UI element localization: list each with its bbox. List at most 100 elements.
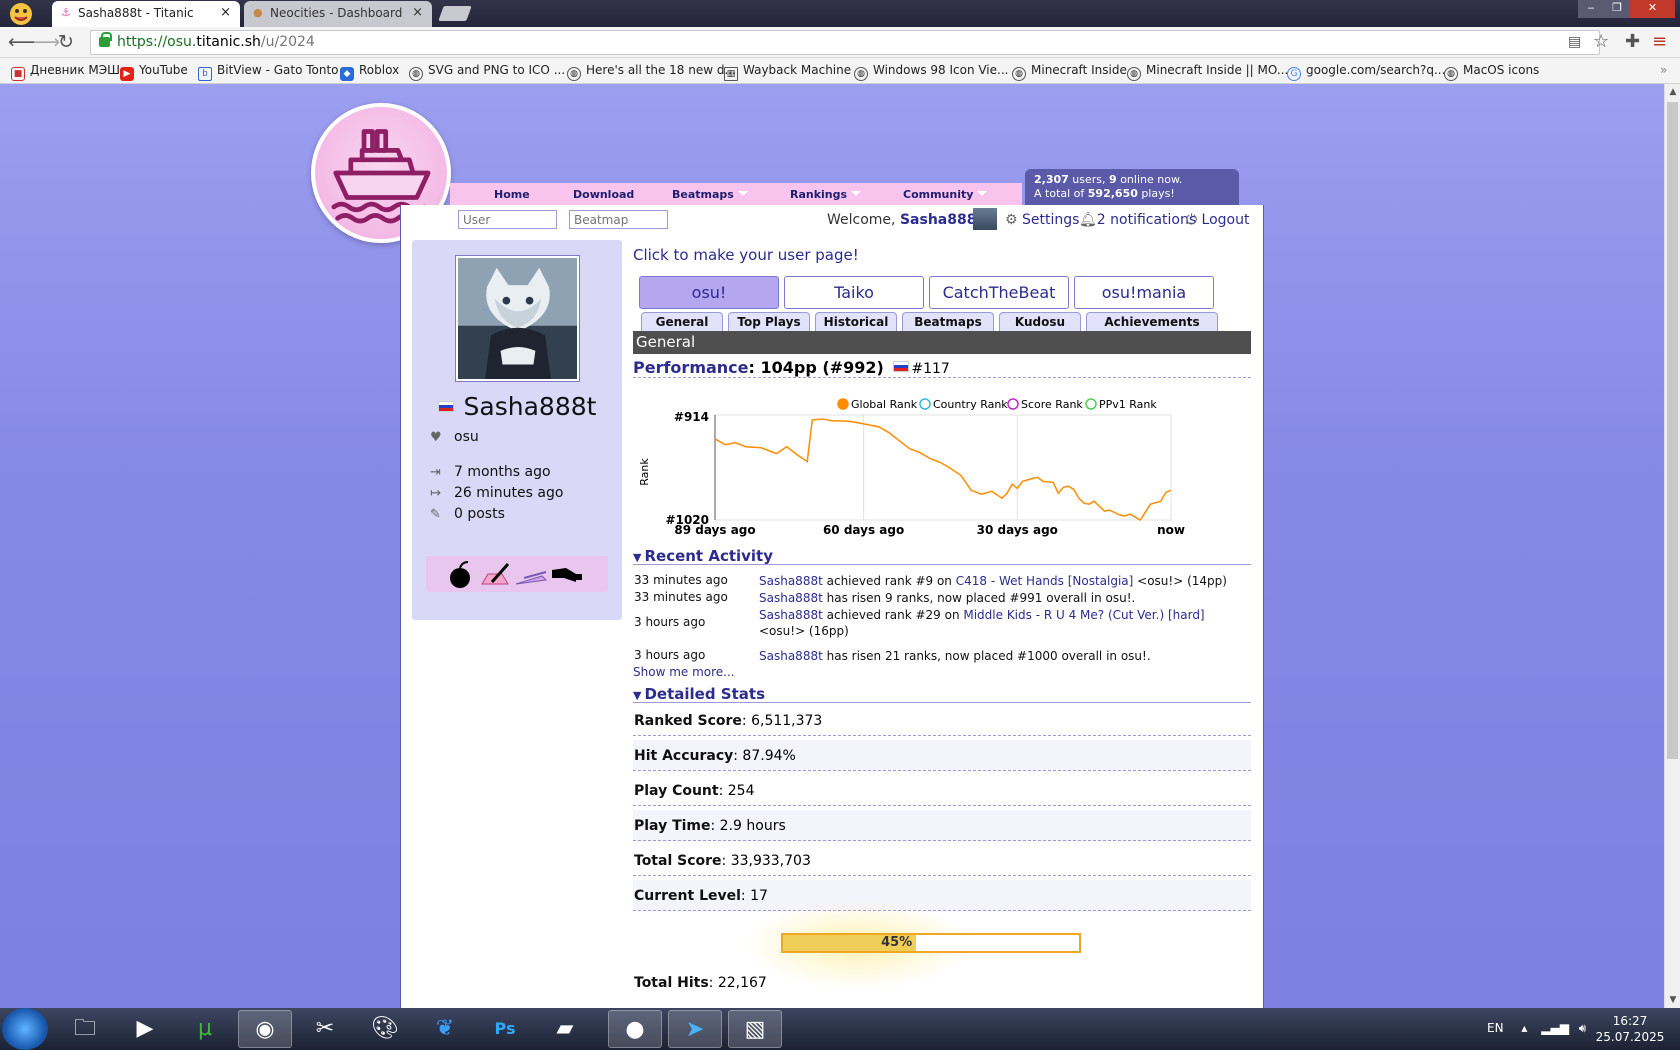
nav-rankings[interactable]: Rankings <box>790 188 862 201</box>
scroll-down-icon[interactable]: ▼ <box>1665 992 1680 1008</box>
activity-user-link[interactable]: Sasha888t <box>759 591 823 605</box>
settings-link[interactable]: ⚙ Settings <box>1005 212 1079 228</box>
stat-hit-accuracy: Hit Accuracy: 87.94% <box>633 740 1251 771</box>
tab-general[interactable]: General <box>641 312 723 331</box>
globe-icon: ◍ <box>1012 67 1026 81</box>
scroll-thumb[interactable] <box>1667 102 1678 759</box>
activity-user-link[interactable]: Sasha888t <box>759 608 823 622</box>
paint-icon[interactable]: 🎨︎ <box>358 1010 412 1048</box>
mode-taiko-button[interactable]: Taiko <box>784 276 924 309</box>
chrome-icon[interactable]: ◉ <box>238 1010 292 1048</box>
forward-icon[interactable]: ⟶ <box>33 30 60 54</box>
globe-icon: ◍ <box>854 67 868 81</box>
performance-label[interactable]: Performance <box>633 358 749 377</box>
activity-user-link[interactable]: Sasha888t <box>759 574 823 588</box>
bookmark-item[interactable]: ◍ Minecraft Inside <box>1012 62 1127 81</box>
scroll-up-icon[interactable]: ▲ <box>1665 84 1680 100</box>
extensions-icon[interactable]: ✚ <box>1625 30 1640 54</box>
mode-ctb-button[interactable]: CatchTheBeat <box>929 276 1069 309</box>
bookmark-item[interactable]: ■ Дневник МЭШ <box>11 62 120 81</box>
bookmark-item[interactable]: ◍ Here's all the 18 new d... <box>567 62 736 81</box>
recent-activity-header[interactable]: ▼ Recent Activity <box>633 547 1251 565</box>
butterfly-app-icon[interactable]: ❦ <box>418 1010 472 1048</box>
notifications-link[interactable]: 🔔︎2 notifications <box>1079 212 1196 228</box>
mode-osu-button[interactable]: osu! <box>639 276 779 309</box>
chevron-down-icon <box>737 191 748 196</box>
utorrent-icon[interactable]: µ <box>178 1010 232 1048</box>
tab-titanic[interactable]: ⚓ Sasha888t - Titanic × <box>52 1 240 27</box>
maximize-button[interactable]: ❐ <box>1604 0 1630 18</box>
chart-plot-area <box>714 414 1172 521</box>
close-tab-icon[interactable]: × <box>220 1 231 25</box>
detailed-stats-header[interactable]: ▼ Detailed Stats <box>633 685 1251 703</box>
nav-beatmaps[interactable]: Beatmaps <box>672 188 748 201</box>
page-scrollbar[interactable]: ▲ ▼ <box>1664 84 1680 1008</box>
bookmark-item[interactable]: ▥ Wayback Machine <box>724 62 851 81</box>
minimize-button[interactable]: ‒ <box>1578 0 1604 18</box>
mode-mania-button[interactable]: osu!mania <box>1074 276 1214 309</box>
address-bar[interactable]: https://osu.titanic.sh/u/2024 <box>90 30 1600 55</box>
bookmark-label: Roblox <box>359 63 400 77</box>
activity-text: Sasha888t has risen 21 ranks, now placed… <box>759 648 1239 664</box>
bookmark-item[interactable]: ◍ MacOS icons <box>1444 62 1539 81</box>
lock-icon <box>99 32 112 47</box>
osu-icon[interactable]: ● <box>608 1010 662 1048</box>
bookmark-item[interactable]: ▶ YouTube <box>120 62 188 81</box>
start-button[interactable] <box>2 1008 48 1050</box>
snipping-tool-icon[interactable]: ✂ <box>298 1010 352 1048</box>
new-tab-button[interactable] <box>438 6 472 21</box>
bookmark-item[interactable]: ◍ SVG and PNG to ICO ... <box>409 62 565 81</box>
tab-neocities[interactable]: ● Neocities - Dashboard × <box>244 1 432 27</box>
level-progress-text: 45% <box>881 935 913 950</box>
back-icon[interactable]: ⟵ <box>8 30 35 54</box>
reader-mode-icon[interactable]: ▤ <box>1568 30 1581 54</box>
volume-icon[interactable]: 🔊︎ <box>1579 1021 1587 1035</box>
network-icon[interactable]: ▂▄▆ <box>1541 1021 1569 1035</box>
logout-link[interactable]: ⏻ Logout <box>1186 212 1249 228</box>
activity-map-link[interactable]: C418 - Wet Hands [Nostalgia] <box>956 574 1134 588</box>
explorer-icon[interactable]: 🗀︎ <box>58 1010 112 1048</box>
clock[interactable]: 16:27 25.07.2025 <box>1590 1013 1670 1045</box>
tab-historical[interactable]: Historical <box>815 312 897 331</box>
show-more-link[interactable]: Show me more... <box>633 665 735 679</box>
bookmark-item[interactable]: ◍ Windows 98 Icon Vie... <box>854 62 1008 81</box>
tray-expand-icon[interactable]: ▴ <box>1521 1021 1527 1035</box>
stat-label: Ranked Score <box>634 713 742 729</box>
close-window-button[interactable]: ✕ <box>1630 0 1675 18</box>
photoshop-icon[interactable]: Ps <box>478 1010 532 1048</box>
notepad-icon[interactable]: ▧ <box>728 1010 782 1048</box>
nav-download[interactable]: Download <box>573 188 634 201</box>
menu-icon[interactable]: ≡ <box>1652 30 1667 54</box>
welcome-username[interactable]: Sasha888t <box>900 212 983 228</box>
stat-value: : 17 <box>740 888 768 904</box>
activity-user-link[interactable]: Sasha888t <box>759 649 823 663</box>
tab-top-plays[interactable]: Top Plays <box>728 312 810 331</box>
activity-map-link[interactable]: Middle Kids - R U 4 Me? (Cut Ver.) [hard… <box>963 608 1204 622</box>
bookmark-item[interactable]: b BitView - Gato Tonto <box>198 62 339 81</box>
playstyle-text: osu <box>454 429 479 445</box>
tablet-app-icon[interactable]: ▰ <box>538 1010 592 1048</box>
language-indicator[interactable]: EN <box>1487 1021 1504 1035</box>
make-userpage-link[interactable]: Click to make your user page! <box>633 246 859 264</box>
user-search-input[interactable] <box>458 210 557 229</box>
nav-label: Rankings <box>790 188 848 201</box>
profile-avatar-icon[interactable] <box>6 1 38 26</box>
media-player-icon[interactable]: ▶ <box>118 1010 172 1048</box>
tab-kudosu[interactable]: Kudosu <box>999 312 1081 331</box>
bookmark-item[interactable]: ◍ Minecraft Inside || MO... <box>1127 62 1288 81</box>
nav-home[interactable]: Home <box>494 188 530 201</box>
chart-legend: Global Rank Country Rank Score Rank PPv1 Ra… <box>837 398 1157 411</box>
user-avatar-small[interactable] <box>973 208 997 230</box>
bookmark-star-icon[interactable]: ☆ <box>1593 30 1609 54</box>
bookmark-item[interactable]: ◆ Roblox <box>340 62 399 81</box>
close-tab-icon[interactable]: × <box>412 1 423 25</box>
posts-text[interactable]: 0 posts <box>454 506 505 522</box>
reload-icon[interactable]: ↻ <box>58 30 74 54</box>
tab-beatmaps[interactable]: Beatmaps <box>902 312 994 331</box>
beatmap-search-input[interactable] <box>569 210 668 229</box>
more-bookmarks-icon[interactable]: » <box>1660 62 1667 79</box>
tab-achievements[interactable]: Achievements <box>1086 312 1218 331</box>
bookmark-item[interactable]: Ggoogle.com/search?q... <box>1287 62 1445 81</box>
telegram-icon[interactable]: ➤ <box>668 1010 722 1048</box>
nav-community[interactable]: Community <box>903 188 988 201</box>
